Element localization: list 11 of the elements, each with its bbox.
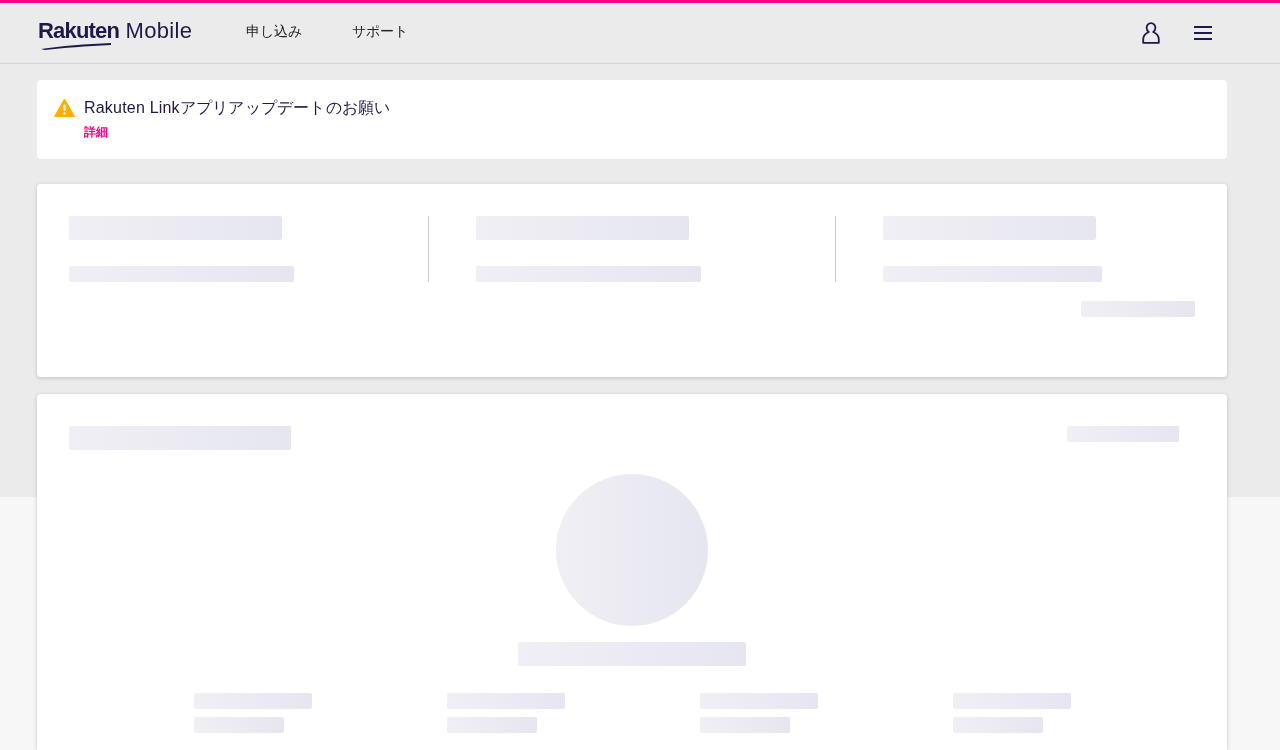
details-link[interactable]: 詳細 — [84, 124, 108, 140]
account-button[interactable] — [1142, 22, 1160, 44]
warning-icon — [54, 98, 75, 117]
notice-title: Rakuten Linkアプリアップデートのお願い — [84, 98, 391, 118]
nav-link[interactable]: 申し込み — [246, 23, 303, 41]
menu-button[interactable] — [1194, 25, 1212, 41]
menu-icon — [1194, 25, 1212, 41]
nav-link[interactable]: サポート — [352, 23, 409, 41]
swoosh-icon — [41, 42, 111, 50]
logo[interactable]: Rakuten Mobile — [38, 17, 193, 49]
person-icon — [1142, 22, 1160, 44]
